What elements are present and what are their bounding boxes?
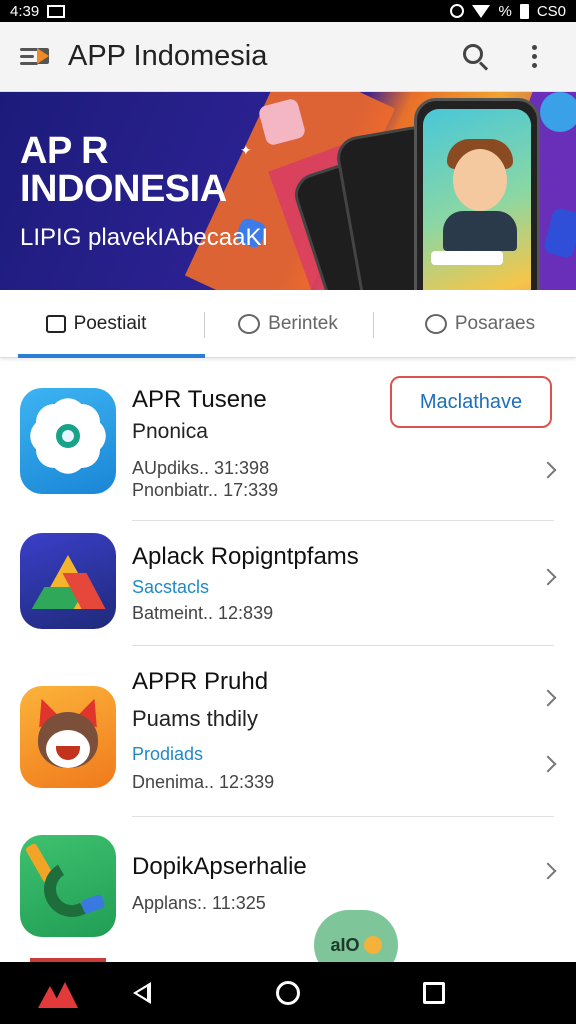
note-icon: [45, 314, 66, 333]
app-category: Sacstacls: [132, 577, 210, 597]
back-icon[interactable]: [133, 982, 151, 1004]
image-notification-icon: [47, 4, 66, 18]
chat-icon: [238, 313, 261, 334]
chevron-right-icon[interactable]: [539, 862, 557, 880]
chevron-right-icon[interactable]: [539, 755, 557, 773]
tab-label: Poestiait: [73, 312, 147, 334]
app-category: Prodiads: [132, 744, 204, 764]
app-meta: AUpdiks.. 31:398: [132, 458, 270, 478]
recents-icon[interactable]: [423, 982, 445, 1004]
system-nav-bar: [0, 962, 576, 1024]
list-item[interactable]: DopikApserhalie Applans:. 11:325: [0, 817, 576, 957]
app-bar: APP Indomesia: [0, 22, 576, 92]
status-bar: 4:39 % CS0: [0, 0, 576, 22]
app-meta: Applans:. 11:325: [132, 893, 266, 913]
banner-subtitle: LIPIG plavekIAbecaaKI: [20, 224, 269, 251]
status-time: 4:39: [10, 2, 40, 20]
app-icon: [20, 686, 116, 788]
tab-poestiait[interactable]: Poestiait: [0, 290, 205, 358]
tab-label: Berintek: [268, 312, 338, 334]
chevron-right-icon[interactable]: [539, 568, 557, 586]
home-icon[interactable]: [276, 981, 300, 1005]
app-subtitle: Puams thdily: [132, 706, 258, 731]
banner-text: AP R INDONESIA LIPIG plavekIAbecaaKI: [20, 132, 268, 252]
app-icon: [20, 533, 116, 629]
hero-banner[interactable]: ✦ AP R INDONESIA LIPIG plavekIAbecaaKI: [0, 92, 576, 290]
app-meta: Pnonbiatr.. 17:339: [132, 480, 279, 500]
brand-logo-icon: [38, 978, 78, 1008]
tab-label: Posaraes: [454, 312, 536, 334]
banner-title-line1: AP R: [20, 130, 109, 172]
chat-icon: [424, 313, 447, 334]
app-meta: Dnenima.. 12:339: [132, 772, 275, 792]
status-percent: %: [498, 2, 512, 20]
more-options-button[interactable]: [512, 35, 556, 79]
status-extra: CS0: [536, 2, 566, 20]
app-title: Aplack Ropigntpfams: [132, 543, 359, 570]
app-icon: [20, 835, 116, 937]
more-vert-icon: [531, 45, 537, 68]
tab-berintek[interactable]: Berintek: [192, 290, 384, 357]
install-button[interactable]: Maclathave: [390, 376, 552, 428]
chevron-right-icon[interactable]: [539, 461, 557, 479]
list-item[interactable]: APR Tusene Pnonica AUpdiks.. 31:398 Pnon…: [0, 360, 576, 521]
list-item[interactable]: APPR Pruhd Puams thdily Prodiads Dnenima…: [0, 646, 576, 817]
app-title: APPR Pruhd: [132, 668, 269, 695]
tab-posaraes[interactable]: Posaraes: [384, 290, 576, 357]
app-meta: Batmeint.. 12:839: [132, 603, 274, 623]
fab-label: aIO: [330, 934, 360, 955]
badge-dot-icon: [363, 936, 382, 954]
app-title: DopikApserhalie: [132, 853, 307, 880]
tab-bar: Poestiait Berintek Posaraes: [0, 290, 576, 358]
battery-icon: [519, 3, 529, 19]
page-title: APP Indomesia: [68, 40, 268, 72]
app-icon: [20, 388, 116, 494]
wifi-icon: [472, 4, 491, 18]
app-title: APR Tusene: [132, 386, 267, 413]
alarm-icon: [450, 4, 465, 18]
status-right: % CS0: [450, 3, 566, 20]
banner-title-line2: INDONESIA: [20, 168, 227, 210]
list-item[interactable]: Aplack Ropigntpfams Sacstacls Batmeint..…: [0, 521, 576, 646]
menu-icon[interactable]: [20, 45, 52, 69]
chevron-right-icon[interactable]: [539, 689, 557, 707]
phone-illustration: [414, 98, 540, 290]
search-icon: [463, 43, 489, 71]
search-button[interactable]: [454, 35, 498, 79]
status-left: 4:39: [10, 2, 66, 20]
app-subtitle: Pnonica: [132, 420, 208, 443]
